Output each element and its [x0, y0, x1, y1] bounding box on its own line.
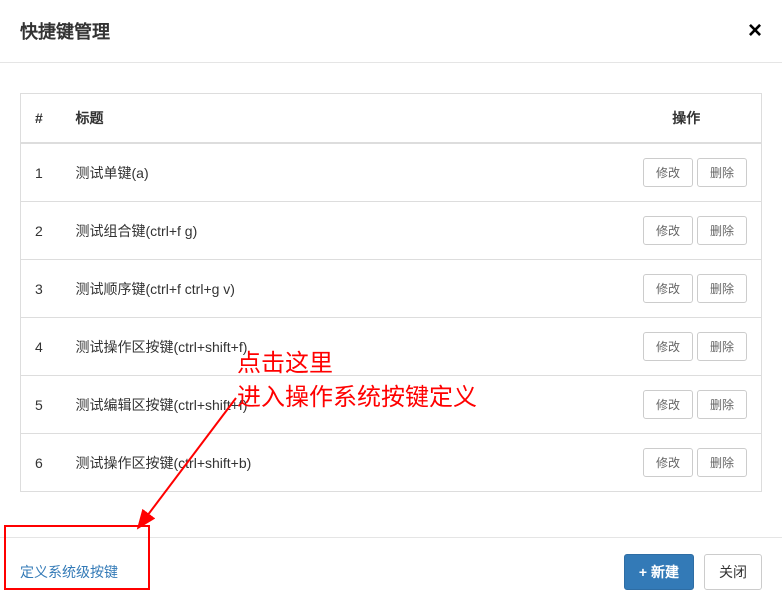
table-row: 5测试编辑区按键(ctrl+shift+f) 修改删除: [21, 376, 762, 434]
delete-button[interactable]: 删除: [697, 158, 747, 187]
table-row: 2测试组合键(ctrl+f g) 修改删除: [21, 202, 762, 260]
table-row: 6测试操作区按键(ctrl+shift+b) 修改删除: [21, 434, 762, 492]
col-header-title: 标题: [66, 94, 612, 144]
row-title: 测试编辑区按键(ctrl+shift+f): [66, 376, 612, 434]
col-header-index: #: [21, 94, 66, 144]
delete-button[interactable]: 删除: [697, 332, 747, 361]
table-row: 3测试顺序键(ctrl+f ctrl+g v) 修改删除: [21, 260, 762, 318]
row-title: 测试操作区按键(ctrl+shift+f): [66, 318, 612, 376]
delete-button[interactable]: 删除: [697, 274, 747, 303]
edit-button[interactable]: 修改: [643, 274, 693, 303]
row-index: 3: [21, 260, 66, 318]
edit-button[interactable]: 修改: [643, 448, 693, 477]
close-icon[interactable]: ×: [748, 19, 762, 43]
define-system-hotkey-link[interactable]: 定义系统级按键: [20, 562, 118, 582]
modal-title: 快捷键管理: [20, 18, 110, 44]
col-header-actions: 操作: [612, 94, 762, 144]
new-button[interactable]: + 新建: [624, 554, 694, 590]
table-row: 1测试单键(a) 修改删除: [21, 143, 762, 202]
row-index: 4: [21, 318, 66, 376]
close-button[interactable]: 关闭: [704, 554, 762, 590]
row-index: 6: [21, 434, 66, 492]
delete-button[interactable]: 删除: [697, 216, 747, 245]
delete-button[interactable]: 删除: [697, 390, 747, 419]
table-row: 4测试操作区按键(ctrl+shift+f) 修改删除: [21, 318, 762, 376]
row-title: 测试顺序键(ctrl+f ctrl+g v): [66, 260, 612, 318]
row-title: 测试组合键(ctrl+f g): [66, 202, 612, 260]
shortcut-table: # 标题 操作 1测试单键(a)修改删除2测试组合键(ctrl+f g)修改删除…: [20, 93, 762, 492]
row-index: 2: [21, 202, 66, 260]
edit-button[interactable]: 修改: [643, 216, 693, 245]
edit-button[interactable]: 修改: [643, 390, 693, 419]
edit-button[interactable]: 修改: [643, 332, 693, 361]
row-title: 测试操作区按键(ctrl+shift+b): [66, 434, 612, 492]
row-index: 1: [21, 143, 66, 202]
delete-button[interactable]: 删除: [697, 448, 747, 477]
row-index: 5: [21, 376, 66, 434]
edit-button[interactable]: 修改: [643, 158, 693, 187]
row-title: 测试单键(a): [66, 143, 612, 202]
